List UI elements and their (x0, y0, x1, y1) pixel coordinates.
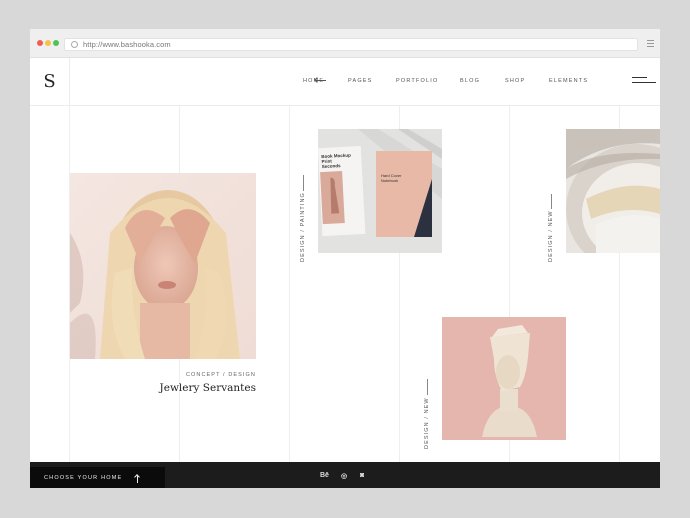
nav-shop[interactable]: SHOP (505, 78, 525, 84)
architecture-image[interactable] (566, 129, 660, 253)
svg-text:Notebook: Notebook (381, 178, 398, 183)
item-category-new-2[interactable]: DESIGN / NEW (424, 397, 430, 449)
item-category-new-1[interactable]: DESIGN / NEW (548, 210, 554, 262)
arrow-up-icon (137, 475, 138, 483)
category-tick (427, 379, 428, 395)
featured-category[interactable]: CONCEPT / DESIGN (186, 372, 256, 378)
category-tick (303, 175, 304, 191)
choose-home-label: CHOOSE YOUR HOME (44, 475, 123, 481)
dribbble-icon[interactable]: ◎ (341, 472, 347, 480)
hamburger-menu-icon[interactable] (632, 77, 656, 83)
address-url: http://www.bashooka.com (83, 40, 171, 49)
portrait-image[interactable] (70, 173, 256, 359)
category-tick (551, 194, 552, 209)
bust-sculpture-image[interactable] (442, 317, 566, 440)
address-bar[interactable]: http://www.bashooka.com (64, 38, 638, 51)
maximize-dot[interactable] (53, 40, 59, 46)
nav-portfolio[interactable]: PORTFOLIO (396, 78, 438, 84)
item-category-painting[interactable]: DESIGN / PAINTING (300, 192, 306, 262)
choose-home-button[interactable]: CHOOSE YOUR HOME (30, 467, 165, 488)
grid-line (289, 106, 290, 462)
nav-pages[interactable]: PAGES (348, 78, 373, 84)
browser-menu-icon[interactable] (647, 40, 654, 49)
site-logo[interactable]: S (30, 58, 70, 106)
close-dot[interactable] (37, 40, 43, 46)
search-icon (71, 41, 78, 48)
nav-elements[interactable]: ELEMENTS (549, 78, 588, 84)
nav-blog[interactable]: BLOG (460, 78, 480, 84)
arrow-left-icon (316, 80, 326, 81)
site-header: S HOME PAGES PORTFOLIO BLOG SHOP ELEMENT… (30, 58, 660, 106)
behance-icon[interactable]: Bē (320, 472, 329, 479)
featured-title[interactable]: Jewlery Servantes (160, 382, 256, 394)
instagram-icon[interactable]: ◙ (360, 472, 364, 479)
browser-window: http://www.bashooka.com S HOME PAGES POR… (30, 29, 660, 488)
minimize-dot[interactable] (45, 40, 51, 46)
svg-text:Seconds: Seconds (322, 163, 341, 169)
notebook-mockup-image[interactable]: Book Mockup Print Seconds Hard Cover Not… (318, 129, 442, 253)
browser-chrome: http://www.bashooka.com (30, 29, 660, 58)
